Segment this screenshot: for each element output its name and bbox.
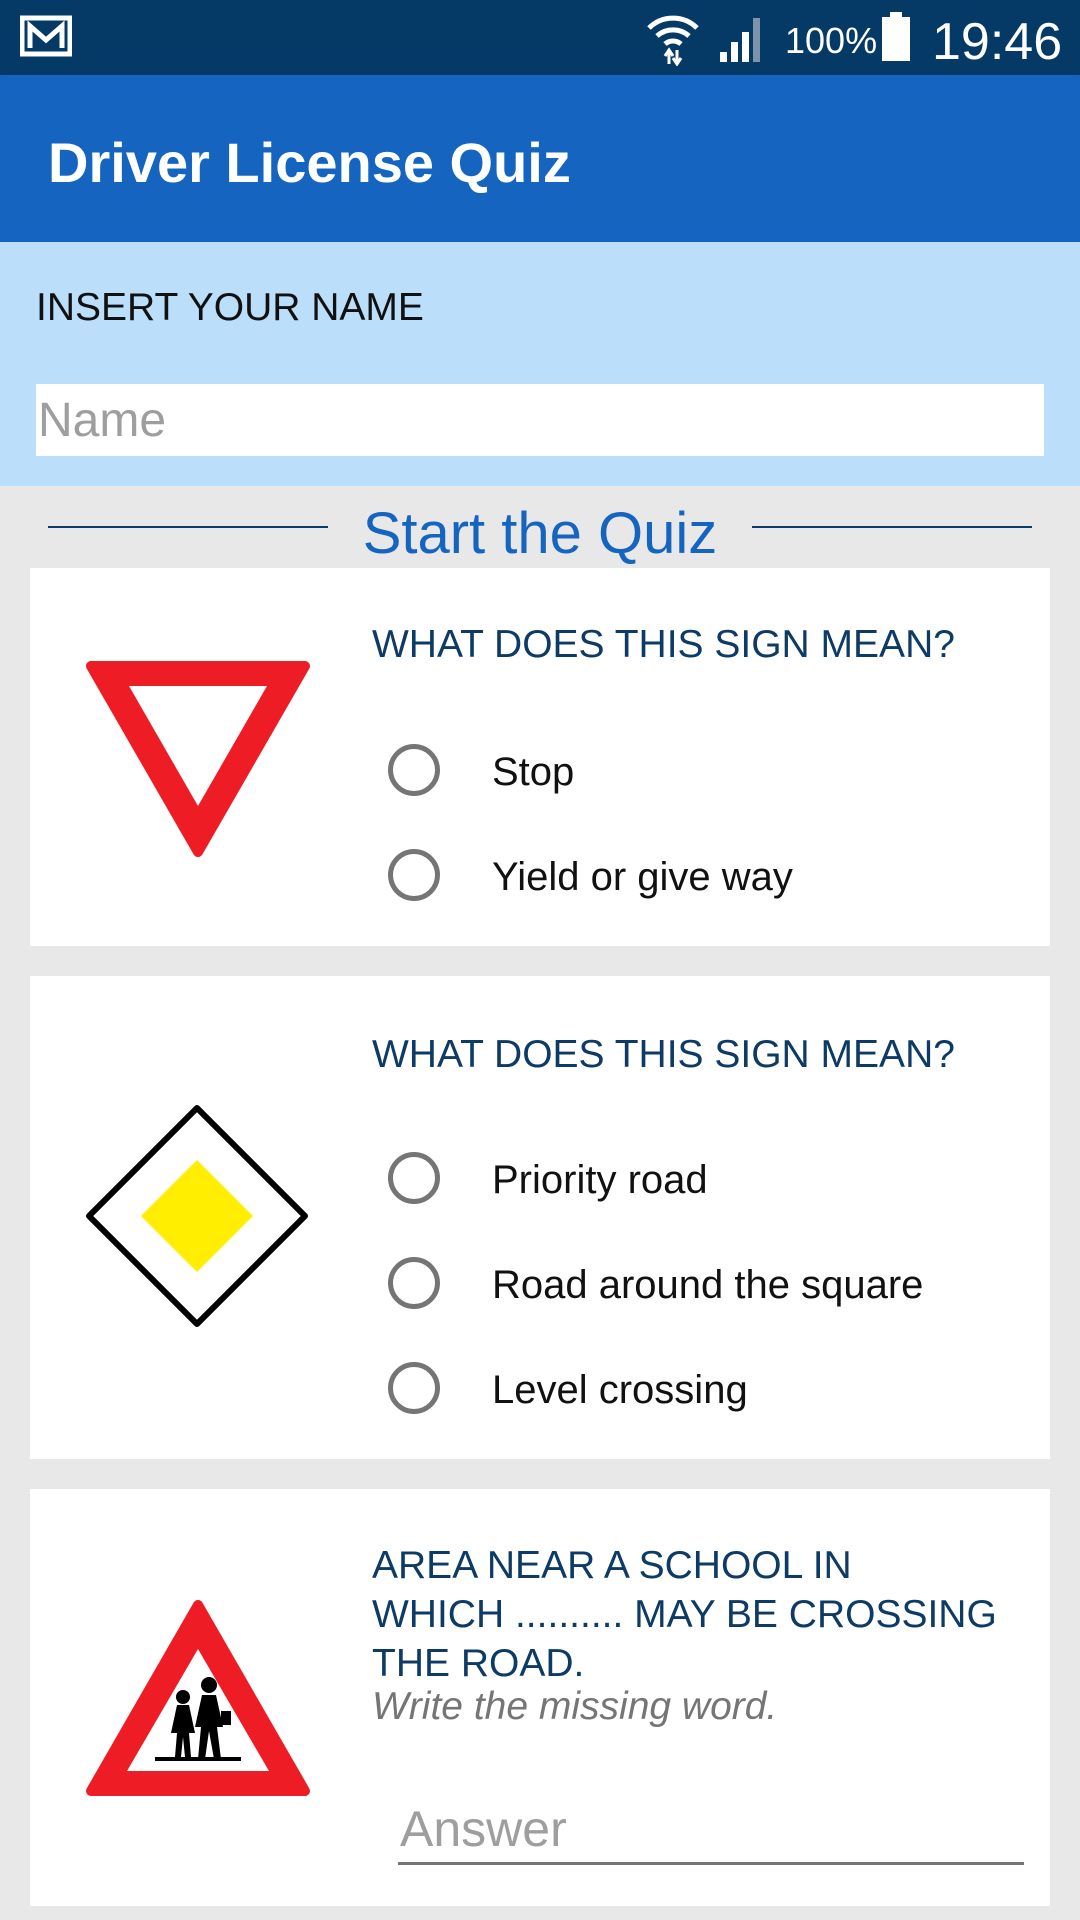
app-title: Driver License Quiz: [48, 131, 571, 194]
battery-icon: [880, 12, 912, 67]
option-label: Road around the square: [492, 1263, 924, 1307]
option-stop[interactable]: Stop: [388, 744, 988, 804]
option-label: Level crossing: [492, 1368, 748, 1412]
wifi-icon: [645, 10, 701, 71]
app-bar: Driver License Quiz: [0, 75, 1080, 242]
status-bar: 100% 19:46: [0, 0, 1080, 75]
answer-input[interactable]: [398, 1795, 1024, 1865]
option-level-crossing[interactable]: Level crossing: [388, 1362, 1008, 1422]
children-crossing-sign-icon: [85, 1599, 311, 1804]
option-label: Yield or give way: [492, 855, 793, 899]
question-text: AREA NEAR A SCHOOL IN WHICH .......... M…: [372, 1541, 1012, 1688]
option-priority-road[interactable]: Priority road: [388, 1152, 1008, 1212]
question-card-3: AREA NEAR A SCHOOL IN WHICH .......... M…: [30, 1489, 1050, 1906]
question-text: WHAT DOES THIS SIGN MEAN?: [372, 1033, 955, 1076]
clock: 19:46: [932, 13, 1063, 71]
question-line: AREA NEAR A SCHOOL IN: [372, 1544, 852, 1587]
radio-button[interactable]: [388, 1362, 440, 1414]
option-label: Priority road: [492, 1158, 708, 1202]
radio-button[interactable]: [388, 744, 440, 796]
hint-text: Write the missing word.: [372, 1685, 778, 1728]
option-label: Stop: [492, 750, 575, 794]
signal-icon: [718, 14, 768, 69]
battery-percent: 100%: [785, 20, 878, 61]
option-road-around-square[interactable]: Road around the square: [388, 1257, 1008, 1317]
name-input[interactable]: [36, 384, 1044, 456]
priority-road-sign-icon: [85, 1104, 309, 1333]
start-quiz-title: Start the Quiz: [362, 501, 718, 566]
divider-right: [752, 526, 1032, 528]
question-card-1: WHAT DOES THIS SIGN MEAN? Stop Yield or …: [30, 568, 1050, 946]
question-line: WHICH .......... MAY BE CROSSING: [372, 1593, 997, 1636]
question-text: WHAT DOES THIS SIGN MEAN?: [372, 623, 955, 666]
question-card-2: WHAT DOES THIS SIGN MEAN? Priority road …: [30, 976, 1050, 1459]
radio-button[interactable]: [388, 1152, 440, 1204]
question-line: THE ROAD.: [372, 1642, 585, 1685]
radio-button[interactable]: [388, 849, 440, 901]
name-section: INSERT YOUR NAME: [0, 242, 1080, 486]
option-yield[interactable]: Yield or give way: [388, 849, 988, 909]
radio-button[interactable]: [388, 1257, 440, 1309]
start-quiz-header: Start the Quiz: [0, 486, 1080, 568]
yield-sign-icon: [85, 660, 311, 865]
name-label: INSERT YOUR NAME: [36, 286, 424, 329]
gmail-icon: [19, 14, 73, 63]
